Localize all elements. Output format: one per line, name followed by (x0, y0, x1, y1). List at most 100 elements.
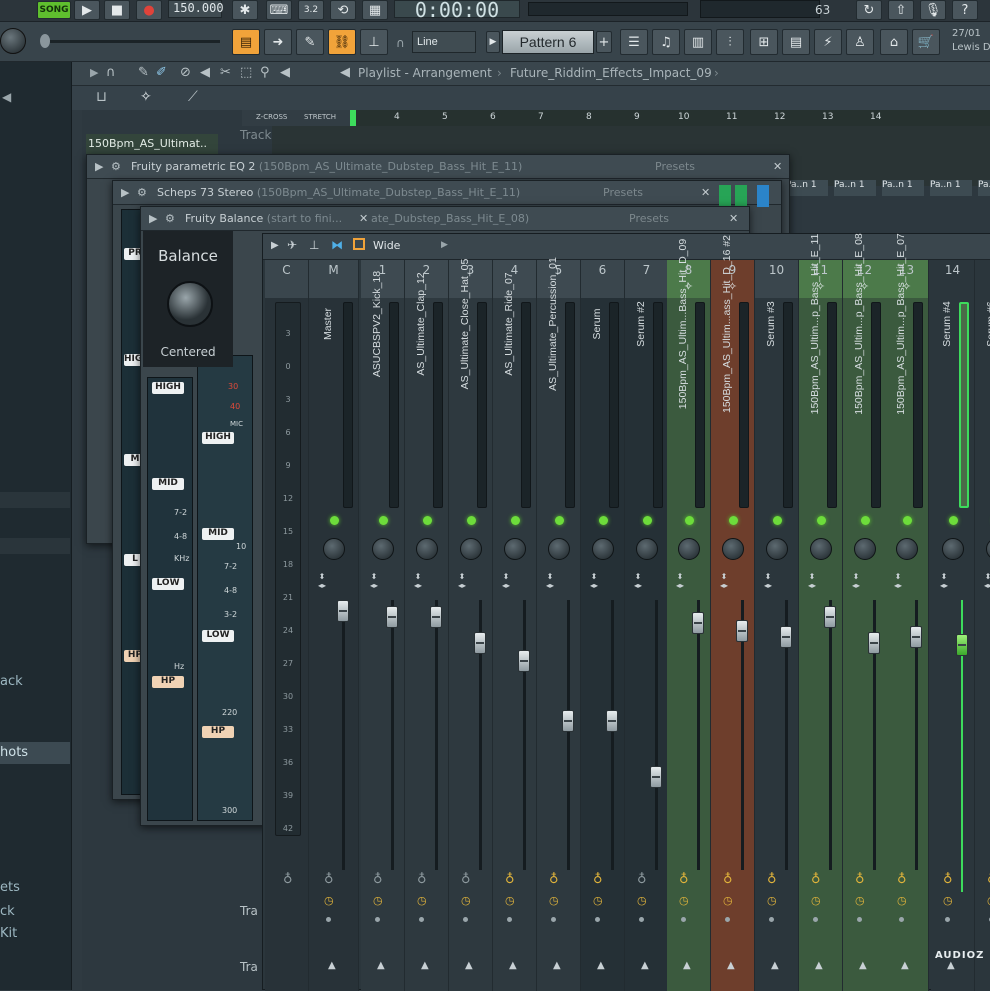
browser-item[interactable]: Kit (0, 926, 17, 941)
delay-clock-icon[interactable]: ◷ (723, 894, 733, 907)
pan-knob[interactable] (986, 538, 990, 560)
swap-arrows-icon[interactable]: ⬍◂▸ (543, 572, 557, 590)
browser-icon[interactable]: ⊞ (750, 29, 778, 55)
delay-clock-icon[interactable]: ◷ (679, 894, 689, 907)
presets-label[interactable]: Presets (655, 155, 695, 178)
delay-clock-icon[interactable]: ◷ (767, 894, 777, 907)
record-arm-dot[interactable] (639, 917, 644, 922)
strip-name[interactable]: 150Bpm_AS_Ultim...Bass_Hit_D_09 (677, 239, 689, 409)
song-mode-button[interactable]: SONG (37, 1, 71, 19)
playlist-icon[interactable]: ☰ (620, 29, 648, 55)
fx-slot-icon[interactable]: ♁ (324, 872, 334, 887)
bird-icon[interactable]: ✈ (287, 238, 297, 252)
volume-fader[interactable] (824, 606, 836, 628)
fx-slot-icon[interactable]: ♁ (811, 872, 821, 887)
mixer-strip-insert[interactable]: 1 ASUCBSPV2_Kick_18 ⬍ ◂▸ ♁ ◷ ▲ (361, 260, 405, 991)
piano-icon[interactable]: ⊔ (96, 89, 107, 105)
fx-slot-icon[interactable]: ♁ (549, 872, 559, 887)
delay-clock-icon[interactable]: ◷ (637, 894, 647, 907)
mute-led[interactable] (423, 516, 432, 525)
send-arrow-icon[interactable]: ▲ (815, 960, 823, 971)
playlist-arrow-icon[interactable]: ◀ (340, 65, 350, 80)
fx-slot-icon[interactable]: ♁ (593, 872, 603, 887)
pan-knob[interactable] (810, 538, 832, 560)
strip-name[interactable]: Serum (591, 309, 603, 340)
fx-slot-icon[interactable]: ♁ (897, 872, 907, 887)
close-icon[interactable]: ✕ (773, 155, 782, 178)
fx-slot-icon[interactable]: ♁ (461, 872, 471, 887)
close-icon[interactable]: ✕ (701, 181, 710, 204)
stretch-label[interactable]: STRETCH (304, 113, 336, 121)
fx-slot-icon[interactable]: ♁ (943, 872, 953, 887)
mute-led[interactable] (330, 516, 339, 525)
send-arrow-icon[interactable]: ▲ (641, 960, 649, 971)
step-edit-icon[interactable]: ▦ (362, 0, 388, 20)
fx-slot-icon[interactable]: ♁ (767, 872, 777, 887)
mixer-strip-master[interactable]: M Master ⬍ ◂▸ ♁ ◷ ▲ (309, 260, 359, 991)
mixer-mode[interactable]: Wide (373, 239, 400, 252)
record-arm-dot[interactable] (507, 917, 512, 922)
send-arrow-icon[interactable]: ▲ (859, 960, 867, 971)
loop-record-icon[interactable]: ⟲ (330, 0, 356, 20)
delay-clock-icon[interactable]: ◷ (897, 894, 907, 907)
plugin-icon[interactable]: ⚡ (814, 29, 842, 55)
volume-fader[interactable] (386, 606, 398, 628)
send-arrow-icon[interactable]: ▲ (465, 960, 473, 971)
master-pitch-slider[interactable] (40, 40, 220, 43)
mute-led[interactable] (511, 516, 520, 525)
pan-knob[interactable] (504, 538, 526, 560)
width-icon[interactable]: ⧓ (331, 238, 343, 252)
send-arrow-icon[interactable]: ▲ (553, 960, 561, 971)
pan-knob[interactable] (766, 538, 788, 560)
stop-button[interactable]: ■ (104, 0, 130, 20)
strip-name[interactable]: 150Bpm_AS_Ultim...ass_Hit_D_16 #2 (721, 235, 733, 413)
pan-knob[interactable] (722, 538, 744, 560)
hp-label[interactable]: HP (152, 676, 184, 688)
brush-icon[interactable]: ✐ (156, 65, 167, 80)
close-icon[interactable]: ✕ (359, 207, 368, 230)
delay-clock-icon[interactable]: ◷ (943, 894, 953, 907)
volume-fader[interactable] (956, 634, 968, 656)
volume-fader[interactable] (474, 632, 486, 654)
remote-icon[interactable]: ⌂ (880, 29, 908, 55)
mixer-strip-insert[interactable]: 12 ✧ 150Bpm_AS_Ultim...p_Bass_Hit_E_08 ⬍ ◂▸ ♁… (843, 233, 887, 991)
send-arrow-icon[interactable]: ▲ (683, 960, 691, 971)
volume-fader[interactable] (337, 600, 349, 622)
mixer-strip-insert[interactable]: 5 AS_Ultimate_Percussion_01 ⬍ ◂▸ ♁ ◷ ▲ (537, 257, 581, 991)
window-arrow-icon[interactable]: ▶ (121, 181, 129, 204)
gear-icon[interactable]: ⚙ (111, 155, 121, 178)
scheps-titlebar[interactable]: ▶ ⚙ Scheps 73 Stereo (150Bpm_AS_Ultimate… (113, 181, 781, 205)
pan-knob[interactable] (592, 538, 614, 560)
pan-knob[interactable] (416, 538, 438, 560)
record-arm-dot[interactable] (681, 917, 686, 922)
mute-icon[interactable]: ◀ (200, 65, 210, 80)
magnet-snap-icon[interactable]: ∩ (106, 65, 116, 80)
tempo-display[interactable]: 150.000 (168, 0, 224, 18)
mixer-strip-insert[interactable]: 13 ✧ 150Bpm_AS_Ultim...p_Bass_Hit_E_07 ⬍ ◂▸ ♁… (885, 233, 929, 991)
delay-clock-icon[interactable]: ◷ (549, 894, 559, 907)
piano-roll-icon[interactable]: ♫ (652, 29, 680, 55)
typing-keyboard-icon[interactable]: ⌨ (266, 0, 292, 20)
fx-slot-icon[interactable]: ♁ (283, 872, 293, 887)
strip-name[interactable]: AS_Ultimate_Clap_12 (415, 272, 427, 375)
strip-name[interactable]: ASUCBSPV2_Kick_18 (371, 271, 383, 377)
mixer-strip-insert[interactable]: 11 ✧ 150Bpm_AS_Ultim...p_Bass_Hit_E_11 ⬍ ◂▸ ♁… (799, 234, 843, 991)
volume-fader[interactable] (736, 620, 748, 642)
speaker-icon[interactable]: ◀ (280, 65, 290, 80)
volume-fader[interactable] (650, 766, 662, 788)
pencil-tool-icon[interactable]: ✎ (296, 29, 324, 55)
swap-arrows-icon[interactable]: ⬍◂▸ (315, 572, 329, 590)
delay-clock-icon[interactable]: ◷ (855, 894, 865, 907)
pan-knob[interactable] (636, 538, 658, 560)
mute-led[interactable] (555, 516, 564, 525)
send-arrow-icon[interactable]: ▲ (947, 960, 955, 971)
timeline-ruler[interactable]: 2 3 4 5 6 7 8 9 10 11 12 13 14 (272, 110, 990, 126)
strip-name[interactable]: Serum #6 (985, 301, 990, 347)
volume-fader[interactable] (780, 626, 792, 648)
refresh-icon[interactable]: ↻ (856, 0, 882, 20)
gear-icon[interactable]: ⚙ (137, 181, 147, 204)
snap-selector[interactable]: Line (412, 31, 476, 53)
delay-clock-icon[interactable]: ◷ (461, 894, 471, 907)
pattern-prev-button[interactable]: ▶ (486, 31, 500, 53)
select-icon[interactable]: ⬚ (240, 65, 252, 80)
